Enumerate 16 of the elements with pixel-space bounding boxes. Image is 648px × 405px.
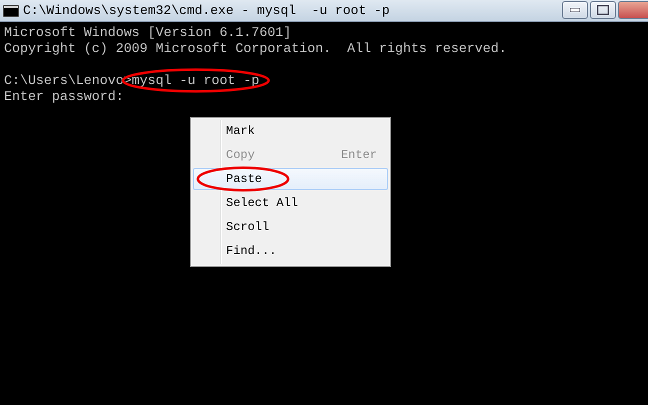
menu-item[interactable]: Mark (193, 120, 388, 142)
command-text: >mysql -u root -p (124, 73, 260, 88)
menu-item[interactable]: Paste (193, 168, 388, 190)
minimize-icon (570, 8, 580, 12)
menu-item[interactable]: Scroll (193, 216, 388, 238)
console-text: Enter password: (4, 89, 124, 105)
maximize-icon (597, 5, 609, 15)
menu-item[interactable]: Select All (193, 192, 388, 214)
minimize-button[interactable] (562, 1, 588, 19)
maximize-button[interactable] (590, 1, 616, 19)
console-text: Microsoft Windows [Version 6.1.7601] (4, 25, 292, 41)
console-text: C:\Users\Lenovo (4, 73, 124, 89)
menu-item[interactable]: Find... (193, 240, 388, 262)
console-icon (3, 4, 19, 16)
console-text: Copyright (c) 2009 Microsoft Corporation. All rights reserved. (4, 41, 507, 57)
window-title: C:\Windows\system32\cmd.exe - mysql -u root -p (23, 3, 391, 18)
